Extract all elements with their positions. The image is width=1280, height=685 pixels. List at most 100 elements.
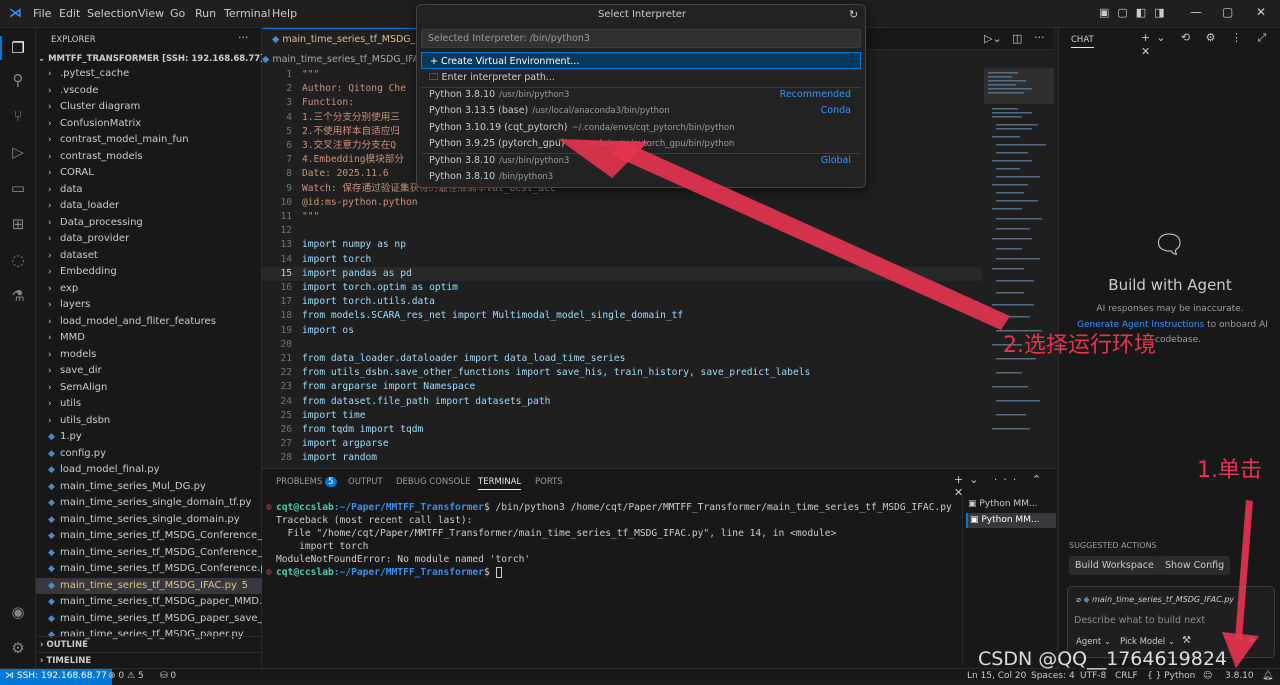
- menu-edit[interactable]: Edit: [59, 7, 80, 20]
- explorer-icon[interactable]: ❐: [8, 38, 28, 58]
- ports-indicator[interactable]: ⛁ 0: [160, 669, 176, 684]
- folder-item[interactable]: › Data_processing: [36, 215, 262, 231]
- language-mode[interactable]: { } Python: [1147, 669, 1195, 684]
- breadcrumb[interactable]: ◆ main_time_series_tf_MSDG_IFA: [262, 54, 419, 65]
- folder-item[interactable]: › exp: [36, 281, 262, 297]
- file-item[interactable]: ◆ main_time_series_tf_MSDG_Conference.py: [36, 561, 262, 577]
- terminal-list-item[interactable]: ▣ Python MM...: [968, 497, 1056, 512]
- maximize-icon[interactable]: ▢: [1222, 5, 1233, 19]
- menu-help[interactable]: Help: [272, 7, 297, 20]
- minimize-icon[interactable]: —: [1190, 5, 1202, 19]
- folder-item[interactable]: › Embedding: [36, 264, 262, 280]
- terminal-list-item-active[interactable]: ▣ Python MM...: [966, 513, 1056, 528]
- remote-indicator[interactable]: ⋊ SSH: 192.168.68.77: [0, 669, 112, 685]
- split-editor-icon[interactable]: ◫: [1012, 32, 1022, 45]
- menu-go[interactable]: Go: [170, 7, 185, 20]
- show-config-button[interactable]: Show Config: [1159, 556, 1231, 575]
- context-attachment[interactable]: ⌀ ◆ main_time_series_tf_MSDG_IFAC.py: [1076, 593, 1266, 607]
- folder-item[interactable]: › .pytest_cache: [36, 66, 262, 82]
- editor-tab-active[interactable]: ◆ main_time_series_tf_MSDG_IFAC: [262, 28, 416, 50]
- run-python-icon[interactable]: ▷⌄: [984, 32, 1002, 45]
- account-icon[interactable]: ◉: [8, 602, 28, 622]
- folder-item[interactable]: › SemAlign: [36, 380, 262, 396]
- run-debug-icon[interactable]: ▷: [8, 142, 28, 162]
- cursor-position[interactable]: Ln 15, Col 20: [967, 669, 1026, 684]
- folder-item[interactable]: › load_model_and_fliter_features: [36, 314, 262, 330]
- testing-icon[interactable]: ⚗: [8, 286, 28, 306]
- search-icon[interactable]: ⚲: [8, 70, 28, 90]
- indentation[interactable]: Spaces: 4: [1031, 669, 1075, 684]
- file-item[interactable]: ◆ config.py: [36, 446, 262, 462]
- interpreter-item[interactable]: Python 3.8.10/bin/python3: [421, 168, 861, 185]
- interpreter-filter-input[interactable]: Selected Interpreter: /bin/python3: [421, 29, 861, 48]
- chat-actions[interactable]: +⌄ ⟲ ⚙ ⋮ ⤢ ✕: [1141, 31, 1280, 58]
- copilot-icon[interactable]: ☺: [1203, 669, 1212, 684]
- folder-item[interactable]: › contrast_model_main_fun: [36, 132, 262, 148]
- refresh-icon[interactable]: ↻: [849, 8, 858, 21]
- interpreter-item[interactable]: Python 3.8.10/usr/bin/python3 Recommended: [421, 86, 861, 103]
- manage-gear-icon[interactable]: ⚙: [8, 638, 28, 658]
- tools-icon[interactable]: ⚒: [1182, 635, 1191, 646]
- chat-icon[interactable]: ◌: [8, 250, 28, 270]
- workspace-root[interactable]: ⌄ MMTFF_TRANSFORMER [SSH: 192.168.68.77]: [38, 54, 264, 64]
- menu-file[interactable]: File: [33, 7, 51, 20]
- encoding[interactable]: UTF-8: [1080, 669, 1106, 684]
- remote-explorer-icon[interactable]: ▭: [8, 178, 28, 198]
- extensions-icon[interactable]: ⊞: [8, 214, 28, 234]
- interpreter-item[interactable]: Python 3.13.5 (base)/usr/local/anaconda3…: [421, 102, 861, 119]
- file-item[interactable]: ◆ main_time_series_single_domain.py: [36, 512, 262, 528]
- file-item[interactable]: ◆ main_time_series_Mul_DG.py: [36, 479, 262, 495]
- tab-terminal[interactable]: TERMINAL: [478, 477, 522, 490]
- file-item[interactable]: ◆ main_time_series_tf_MSDG_paper_save_bes…: [36, 611, 262, 627]
- folder-item[interactable]: › dataset: [36, 248, 262, 264]
- file-item[interactable]: ◆ main_time_series_tf_MSDG_Conference_WT_…: [36, 528, 262, 544]
- menu-terminal[interactable]: Terminal: [224, 7, 271, 20]
- build-workspace-button[interactable]: Build Workspace: [1069, 556, 1160, 575]
- folder-item[interactable]: › contrast_models: [36, 149, 262, 165]
- folder-item[interactable]: › MMD: [36, 330, 262, 346]
- pick-model-dropdown[interactable]: Pick Model ⌄: [1120, 637, 1175, 647]
- menu-view[interactable]: View: [138, 7, 164, 20]
- more-actions-icon[interactable]: ···: [238, 31, 249, 44]
- enter-path-item[interactable]: 🗀 Enter interpreter path...: [421, 69, 861, 86]
- panel-actions[interactable]: +⌄ ··· ⌃ ✕: [954, 473, 1056, 499]
- file-item-active[interactable]: ◆ main_time_series_tf_MSDG_IFAC.py 5: [36, 577, 262, 594]
- interpreter-item[interactable]: Python 3.8.10/usr/bin/python3 Global: [421, 152, 861, 169]
- folder-item[interactable]: › save_dir: [36, 363, 262, 379]
- folder-item[interactable]: › data: [36, 182, 262, 198]
- folder-item[interactable]: › models: [36, 347, 262, 363]
- interpreter-version[interactable]: 3.8.10: [1225, 669, 1254, 684]
- interpreter-item[interactable]: Python 3.9.25 (pytorch_gpu) ~/.conda/envs…: [421, 135, 861, 152]
- tab-ports[interactable]: PORTS: [535, 477, 563, 487]
- line-ending[interactable]: CRLF: [1115, 669, 1138, 684]
- tab-output[interactable]: OUTPUT: [348, 477, 383, 487]
- folder-item[interactable]: › CORAL: [36, 165, 262, 181]
- folder-item[interactable]: › ConfusionMatrix: [36, 116, 262, 132]
- source-control-icon[interactable]: ⑂: [8, 106, 28, 126]
- file-item[interactable]: ◆ load_model_final.py: [36, 462, 262, 478]
- bell-icon[interactable]: 🔔︎: [1262, 669, 1273, 684]
- close-icon[interactable]: ✕: [1256, 5, 1266, 19]
- editor-more-icon[interactable]: ···: [1034, 31, 1045, 44]
- folder-item[interactable]: › utils_dsbn: [36, 413, 262, 429]
- file-item[interactable]: ◆ 1.py: [36, 429, 262, 445]
- problems-indicator[interactable]: ⊗ 0 ⚠ 5: [108, 669, 144, 684]
- interpreter-item[interactable]: Python 3.10.19 (cqt_pytorch) ~/.conda/env…: [421, 119, 861, 136]
- folder-item[interactable]: › data_loader: [36, 198, 262, 214]
- send-icon[interactable]: ➤: [1248, 635, 1256, 646]
- timeline-section[interactable]: › TIMELINE: [36, 652, 262, 668]
- menu-run[interactable]: Run: [195, 7, 216, 20]
- file-item[interactable]: ◆ main_time_series_tf_MSDG_paper_MMD.py: [36, 594, 262, 610]
- outline-section[interactable]: › OUTLINE: [36, 636, 262, 652]
- tab-problems[interactable]: PROBLEMS 5: [276, 477, 337, 487]
- tab-debug-console[interactable]: DEBUG CONSOLE: [396, 477, 470, 487]
- file-item[interactable]: ◆ main_time_series_single_domain_tf.py: [36, 495, 262, 511]
- minimap[interactable]: [984, 68, 1054, 468]
- menu-selection[interactable]: Selection: [87, 7, 138, 20]
- file-item[interactable]: ◆ main_time_series_tf_MSDG_Conference_WT.…: [36, 545, 262, 561]
- folder-item[interactable]: › layers: [36, 297, 262, 313]
- create-venv-item[interactable]: + Create Virtual Environment...: [421, 52, 861, 69]
- chat-input[interactable]: Describe what to build next: [1074, 615, 1205, 626]
- folder-item[interactable]: › data_provider: [36, 231, 262, 247]
- agent-mode-dropdown[interactable]: Agent ⌄: [1076, 637, 1111, 647]
